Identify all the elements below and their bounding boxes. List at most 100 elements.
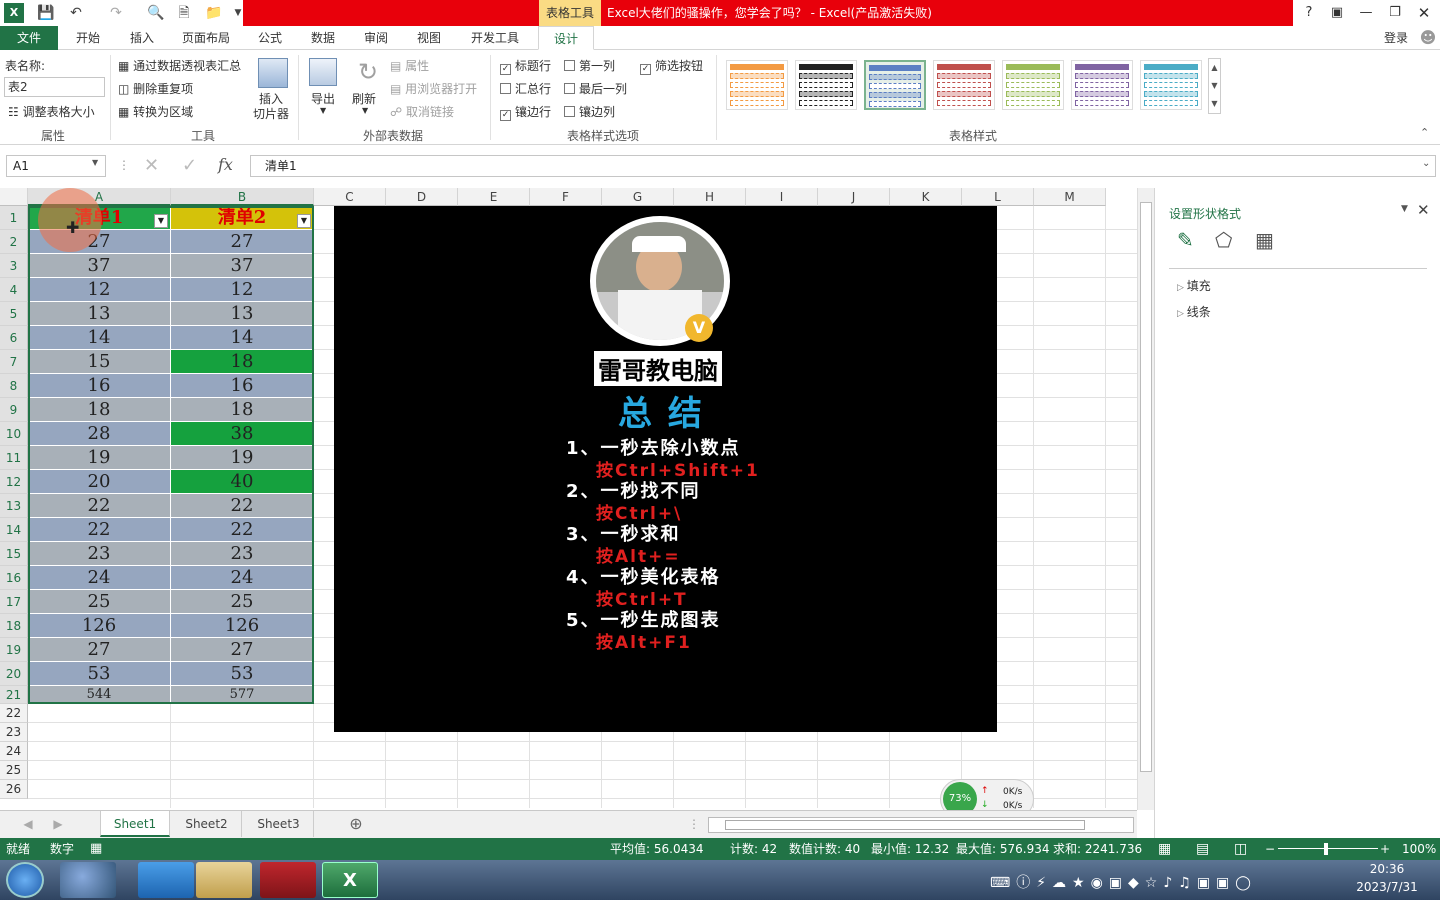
- pane-close-icon[interactable]: ✕: [1417, 201, 1430, 219]
- row-header[interactable]: 20: [0, 662, 28, 686]
- row-header[interactable]: 25: [0, 761, 28, 780]
- table-cell[interactable]: 40: [171, 470, 314, 494]
- row-header[interactable]: 15: [0, 542, 28, 566]
- last-column-checkbox[interactable]: 最后一列: [564, 80, 627, 97]
- refresh-button[interactable]: 刷新: [352, 90, 376, 107]
- table-cell[interactable]: 16: [171, 374, 314, 398]
- horizontal-scrollbar[interactable]: [708, 817, 1134, 833]
- table-cell[interactable]: 25: [28, 590, 171, 614]
- vertical-scrollbar[interactable]: [1137, 188, 1154, 810]
- cancel-icon[interactable]: ✕: [144, 155, 159, 176]
- remove-duplicates-button[interactable]: ◫ 删除重复项: [118, 80, 193, 97]
- table-cell[interactable]: 27: [28, 638, 171, 662]
- column-header[interactable]: G: [602, 188, 674, 206]
- table-cell[interactable]: 18: [171, 398, 314, 422]
- row-header[interactable]: 24: [0, 742, 28, 761]
- prev-sheet-icon[interactable]: ◀: [20, 811, 36, 837]
- table-cell[interactable]: 25: [171, 590, 314, 614]
- formula-input[interactable]: 清单1: [250, 155, 1436, 177]
- table-header-cell[interactable]: 清单1: [28, 206, 171, 230]
- row-header[interactable]: 6: [0, 326, 28, 350]
- row-header[interactable]: 7: [0, 350, 28, 374]
- zoom-in-icon[interactable]: +: [1380, 838, 1390, 860]
- row-header[interactable]: 13: [0, 494, 28, 518]
- tab-data[interactable]: 数据: [305, 26, 341, 50]
- sheet-tab-sheet3[interactable]: Sheet3: [244, 811, 314, 837]
- system-tray-icons[interactable]: ⌨ⓘ⚡☁★◉▣◆☆♪♫▣▣◯: [990, 872, 1257, 892]
- minimize-icon[interactable]: —: [1351, 0, 1381, 26]
- table-cell[interactable]: 24: [28, 566, 171, 590]
- taskbar-app-icon[interactable]: [138, 862, 194, 898]
- row-header[interactable]: 2: [0, 230, 28, 254]
- table-style-swatch[interactable]: [933, 60, 995, 110]
- zoom-slider[interactable]: [1278, 848, 1378, 849]
- row-header[interactable]: 23: [0, 723, 28, 742]
- filter-dropdown-icon[interactable]: ▼: [297, 214, 311, 228]
- resize-table-button[interactable]: ☷ 调整表格大小: [8, 103, 95, 120]
- select-all-corner[interactable]: [0, 188, 28, 206]
- row-header[interactable]: 1: [0, 206, 28, 230]
- save-icon[interactable]: 💾: [36, 3, 56, 23]
- ribbon-display-icon[interactable]: ▣: [1322, 0, 1352, 26]
- tab-page-layout[interactable]: 页面布局: [178, 26, 234, 50]
- table-cell[interactable]: 53: [171, 662, 314, 686]
- tab-home[interactable]: 开始: [70, 26, 106, 50]
- new-file-icon[interactable]: 🗎: [174, 3, 194, 23]
- vertical-scroll-thumb[interactable]: [1140, 202, 1152, 772]
- taskbar-app-icon[interactable]: [60, 862, 116, 898]
- table-cell[interactable]: 22: [171, 494, 314, 518]
- column-header[interactable]: B: [171, 188, 314, 206]
- export-button[interactable]: 导出: [311, 90, 335, 107]
- table-style-swatch[interactable]: [726, 60, 788, 110]
- column-header[interactable]: C: [314, 188, 386, 206]
- zoom-slider-thumb[interactable]: [1324, 843, 1328, 855]
- filter-button-checkbox[interactable]: ✓ 筛选按钮: [640, 57, 703, 75]
- column-header[interactable]: K: [890, 188, 962, 206]
- table-header-cell[interactable]: 清单2: [171, 206, 314, 230]
- taskbar-app-icon[interactable]: [260, 862, 316, 898]
- total-row-checkbox[interactable]: 汇总行: [500, 80, 551, 97]
- table-cell[interactable]: 27: [28, 230, 171, 254]
- file-explorer-icon[interactable]: [196, 862, 252, 898]
- expand-formula-icon[interactable]: ⌄: [1422, 158, 1430, 169]
- column-header[interactable]: D: [386, 188, 458, 206]
- table-name-input[interactable]: 表2: [4, 77, 105, 97]
- refresh-dropdown-icon[interactable]: ▼: [362, 106, 368, 115]
- row-header[interactable]: 9: [0, 398, 28, 422]
- properties-button[interactable]: ▤ 属性: [390, 57, 429, 74]
- row-header[interactable]: 22: [0, 704, 28, 723]
- table-cell[interactable]: 20: [28, 470, 171, 494]
- export-dropdown-icon[interactable]: ▼: [320, 106, 326, 115]
- table-cell[interactable]: 13: [171, 302, 314, 326]
- normal-view-icon[interactable]: ▦: [1158, 838, 1171, 860]
- table-cell[interactable]: 126: [28, 614, 171, 638]
- unlink-button[interactable]: ☍ 取消链接: [390, 103, 454, 120]
- restore-icon[interactable]: ❐: [1380, 0, 1410, 26]
- line-section[interactable]: ▷ 线条: [1177, 303, 1211, 320]
- size-properties-icon[interactable]: ▦: [1255, 228, 1274, 252]
- tab-formulas[interactable]: 公式: [252, 26, 288, 50]
- signin-link[interactable]: 登录: [1378, 26, 1414, 50]
- first-column-checkbox[interactable]: 第一列: [564, 57, 615, 74]
- table-cell[interactable]: 12: [171, 278, 314, 302]
- avatar-icon[interactable]: ☻: [1418, 26, 1438, 50]
- table-cell[interactable]: 544: [28, 686, 171, 704]
- column-header[interactable]: L: [962, 188, 1034, 206]
- header-row-checkbox[interactable]: ✓ 标题行: [500, 57, 551, 75]
- filter-dropdown-icon[interactable]: ▼: [154, 214, 168, 228]
- table-cell[interactable]: 16: [28, 374, 171, 398]
- row-header[interactable]: 8: [0, 374, 28, 398]
- insert-function-button[interactable]: fx: [218, 155, 233, 174]
- inserted-picture[interactable]: V 雷哥教电脑 总 结 1、一秒去除小数点 按Ctrl+Shift+1 2、一秒找不…: [334, 206, 997, 732]
- table-cell[interactable]: 577: [171, 686, 314, 704]
- column-header[interactable]: H: [674, 188, 746, 206]
- help-button[interactable]: ?: [1294, 0, 1324, 26]
- table-style-swatch[interactable]: [1002, 60, 1064, 110]
- tab-design[interactable]: 设计: [538, 26, 594, 50]
- tab-view[interactable]: 视图: [411, 26, 447, 50]
- sheet-tab-sheet1[interactable]: Sheet1: [100, 811, 170, 837]
- row-header[interactable]: 10: [0, 422, 28, 446]
- insert-slicer-button[interactable]: 插入 切片器: [253, 92, 289, 122]
- undo-icon[interactable]: ↶: [66, 3, 86, 23]
- table-cell[interactable]: 27: [171, 230, 314, 254]
